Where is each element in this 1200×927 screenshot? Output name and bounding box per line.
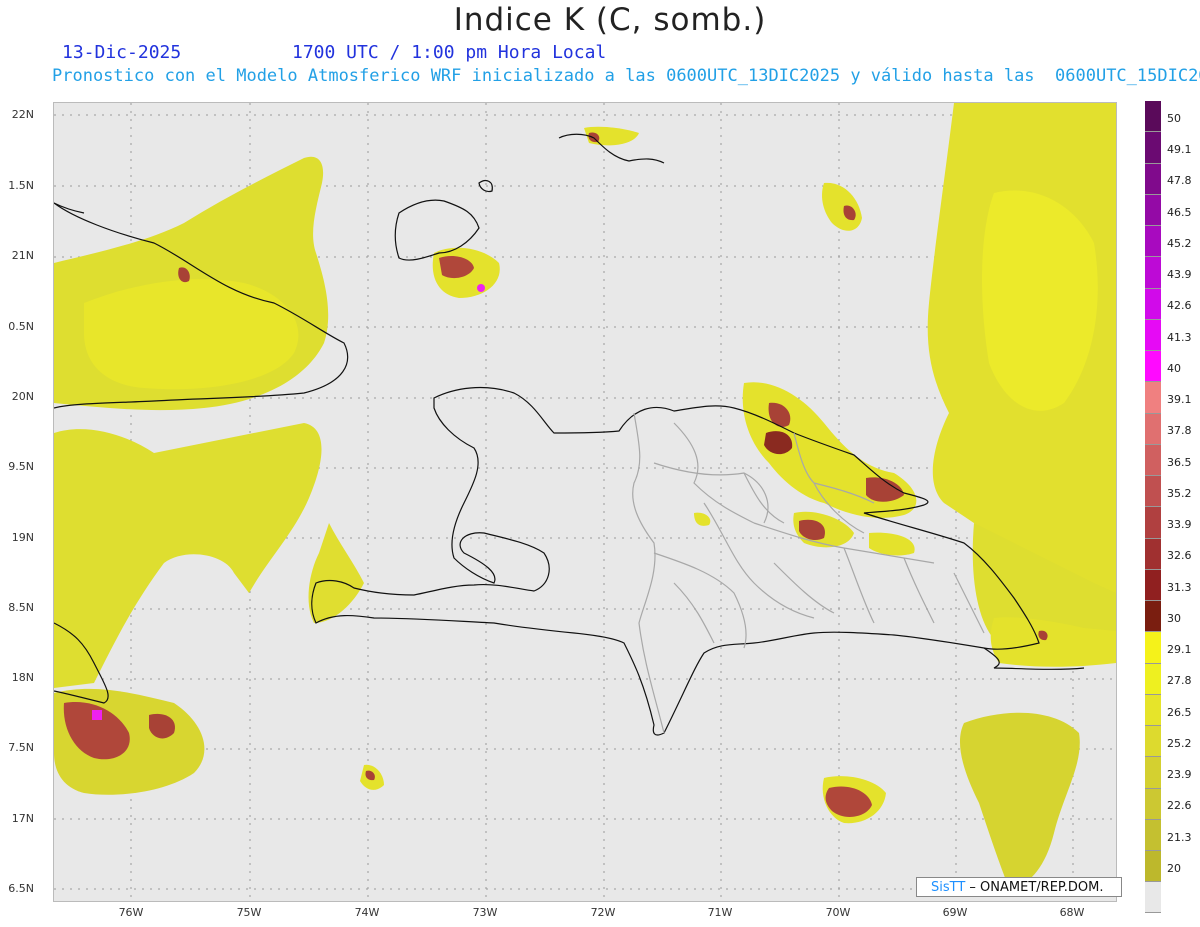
lat-label: 8.5N — [8, 601, 34, 614]
colorbar-label: 39.1 — [1167, 393, 1192, 407]
colorbar-swatch — [1145, 569, 1161, 601]
sistt-logo: SisTT — [931, 880, 966, 895]
colorbar-swatch — [1145, 882, 1161, 913]
colorbar-label: 43.9 — [1167, 268, 1192, 282]
colorbar-label: 27.8 — [1167, 674, 1192, 688]
colorbar-label: 20 — [1167, 861, 1181, 875]
lat-label: 18N — [11, 671, 34, 684]
colorbar-swatch — [1145, 788, 1161, 820]
map-plot-area — [53, 102, 1117, 902]
lat-label: 20N — [11, 390, 34, 403]
colorbar-label: 22.6 — [1167, 799, 1192, 813]
colorbar-swatch — [1145, 226, 1161, 258]
colorbar-label: 21.3 — [1167, 830, 1192, 844]
credit-text: – ONAMET/REP.DOM. — [965, 880, 1104, 895]
forecast-time: 1700 UTC / 1:00 pm Hora Local — [292, 42, 607, 63]
lat-label: 9.5N — [8, 460, 34, 473]
colorbar-swatch — [1145, 601, 1161, 633]
lat-label: 22N — [11, 108, 34, 121]
colorbar-label: 30 — [1167, 611, 1181, 625]
colorbar-label: 50 — [1167, 111, 1181, 125]
lon-label: 76W — [118, 906, 144, 919]
colorbar-swatch — [1145, 507, 1161, 539]
colorbar-swatch — [1145, 694, 1161, 726]
colorbar-label: 45.2 — [1167, 236, 1192, 250]
colorbar — [1145, 101, 1161, 913]
lat-label: 7.5N — [8, 741, 34, 754]
lon-label: 68W — [1059, 906, 1085, 919]
colorbar-label: 37.8 — [1167, 424, 1192, 438]
colorbar-swatch — [1145, 132, 1161, 164]
colorbar-label: 32.6 — [1167, 549, 1192, 563]
lon-label: 69W — [942, 906, 968, 919]
colorbar-label: 35.2 — [1167, 486, 1192, 500]
colorbar-label: 49.1 — [1167, 143, 1192, 157]
colorbar-swatch — [1145, 351, 1161, 383]
credit-box: SisTT – ONAMET/REP.DOM. — [916, 877, 1122, 897]
colorbar-label: 46.5 — [1167, 205, 1192, 219]
colorbar-swatch — [1145, 319, 1161, 351]
colorbar-label: 26.5 — [1167, 705, 1192, 719]
lat-label: 1.5N — [8, 179, 34, 192]
lon-label: 73W — [472, 906, 498, 919]
colorbar-swatch — [1145, 819, 1161, 851]
colorbar-swatch — [1145, 476, 1161, 508]
colorbar-swatch — [1145, 663, 1161, 695]
colorbar-label: 33.9 — [1167, 518, 1192, 532]
colorbar-swatch — [1145, 444, 1161, 476]
map-title: Indice K (C, somb.) — [453, 2, 767, 38]
colorbar-swatch — [1145, 538, 1161, 570]
colorbar-swatch — [1145, 726, 1161, 758]
lat-label: 6.5N — [8, 882, 34, 895]
colorbar-swatch — [1145, 101, 1161, 133]
colorbar-label: 40 — [1167, 361, 1181, 375]
colorbar-swatch — [1145, 851, 1161, 883]
colorbar-label: 25.2 — [1167, 736, 1192, 750]
colorbar-label: 29.1 — [1167, 643, 1192, 657]
lon-label: 75W — [236, 906, 262, 919]
lon-label: 70W — [825, 906, 851, 919]
model-description: Pronostico con el Modelo Atmosferico WRF… — [52, 66, 1200, 86]
colorbar-label: 41.3 — [1167, 330, 1192, 344]
lat-label: 21N — [11, 249, 34, 262]
lat-label: 19N — [11, 531, 34, 544]
colorbar-swatch — [1145, 757, 1161, 789]
colorbar-label: 36.5 — [1167, 455, 1192, 469]
colorbar-label: 47.8 — [1167, 174, 1192, 188]
lat-label: 0.5N — [8, 320, 34, 333]
colorbar-swatch — [1145, 163, 1161, 195]
lon-label: 74W — [354, 906, 380, 919]
lon-label: 72W — [590, 906, 616, 919]
lon-label: 71W — [707, 906, 733, 919]
lat-label: 17N — [11, 812, 34, 825]
colorbar-label: 23.9 — [1167, 768, 1192, 782]
colorbar-swatch — [1145, 382, 1161, 414]
colorbar-label: 31.3 — [1167, 580, 1192, 594]
k-index-shading — [54, 103, 1116, 888]
colorbar-swatch — [1145, 632, 1161, 664]
colorbar-swatch — [1145, 413, 1161, 445]
colorbar-swatch — [1145, 194, 1161, 226]
forecast-date: 13-Dic-2025 — [62, 42, 182, 63]
colorbar-label: 42.6 — [1167, 299, 1192, 313]
colorbar-swatch — [1145, 288, 1161, 320]
colorbar-swatch — [1145, 257, 1161, 289]
